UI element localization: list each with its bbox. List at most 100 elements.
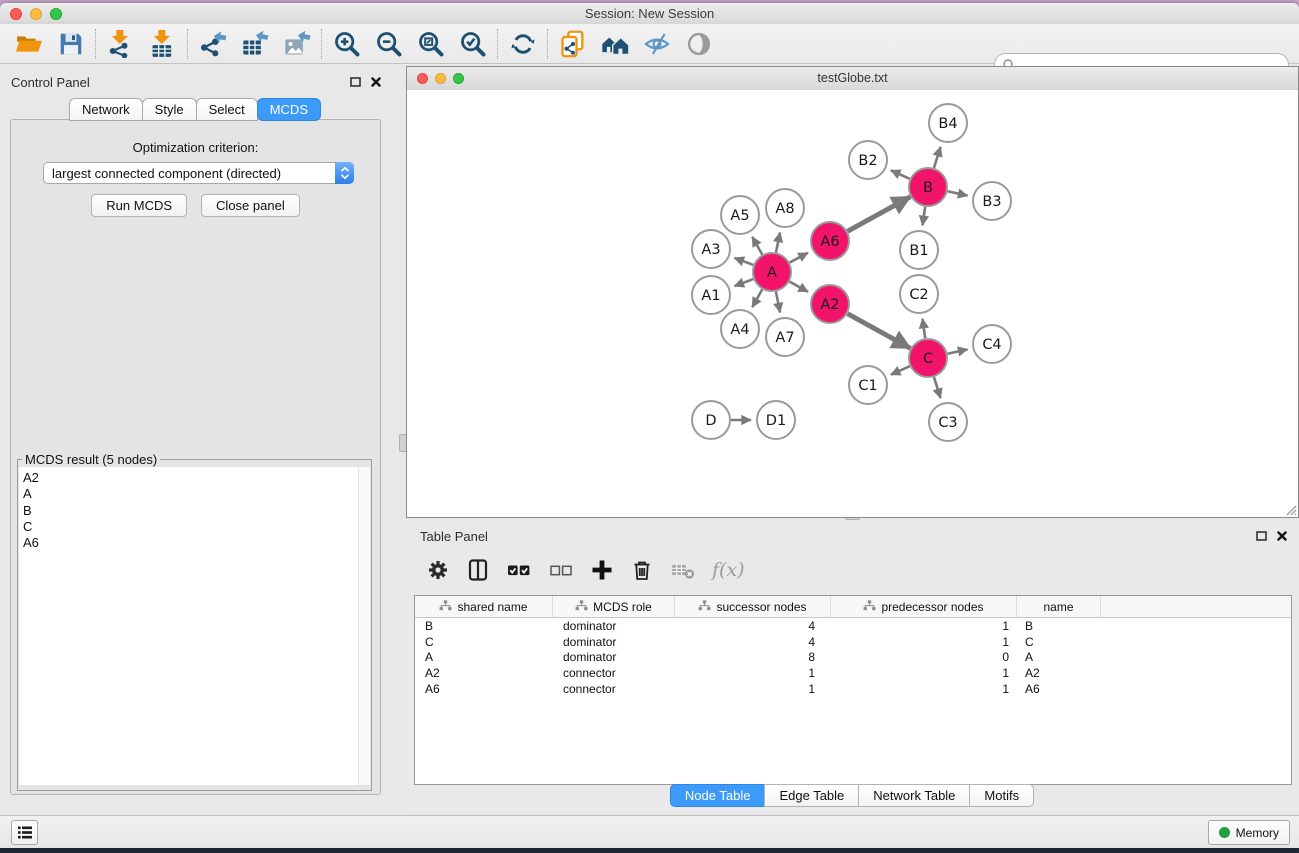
table-cell[interactable]: 1	[831, 635, 1017, 649]
graph-node-A3[interactable]: A3	[692, 230, 730, 268]
table-cell[interactable]: A6	[415, 682, 553, 696]
mcds-result-item[interactable]: B	[23, 503, 358, 519]
table-row[interactable]: A2connector11A2	[415, 665, 1291, 681]
select-all-button[interactable]	[506, 556, 532, 584]
save-session-button[interactable]	[50, 27, 92, 61]
column-header-name[interactable]: name	[1017, 596, 1101, 617]
tab-node-table[interactable]: Node Table	[670, 784, 766, 807]
table-row[interactable]: Adominator80A	[415, 650, 1291, 666]
delete-table-button[interactable]	[670, 556, 696, 584]
split-columns-button[interactable]	[466, 556, 490, 584]
graph-node-C1[interactable]: C1	[849, 366, 887, 404]
table-cell[interactable]: 1	[831, 682, 1017, 696]
add-column-button[interactable]	[590, 556, 614, 584]
refresh-button[interactable]	[502, 27, 544, 61]
mcds-result-item[interactable]: A2	[23, 470, 358, 486]
table-cell[interactable]: dominator	[553, 619, 675, 633]
tab-network[interactable]: Network	[69, 98, 143, 121]
graph-node-D[interactable]: D	[692, 401, 730, 439]
table-cell[interactable]: 4	[675, 635, 831, 649]
export-image-button[interactable]	[276, 27, 318, 61]
tab-select[interactable]: Select	[196, 98, 258, 121]
graph-node-C3[interactable]: C3	[929, 403, 967, 441]
column-header-predecessor-nodes[interactable]: predecessor nodes	[831, 596, 1017, 617]
mcds-result-item[interactable]: A	[23, 486, 358, 502]
optimization-dropdown[interactable]: largest connected component (directed)	[43, 162, 354, 184]
graph-node-A4[interactable]: A4	[721, 310, 759, 348]
table-cell[interactable]: A2	[415, 666, 553, 680]
mcds-result-item[interactable]: C	[23, 519, 358, 535]
graph-node-C[interactable]: C	[909, 339, 947, 377]
hide-details-button[interactable]	[636, 27, 678, 61]
column-header-successor-nodes[interactable]: successor nodes	[675, 596, 831, 617]
column-header-MCDS-role[interactable]: MCDS role	[553, 596, 675, 617]
table-cell[interactable]: connector	[553, 666, 675, 680]
tab-style[interactable]: Style	[142, 98, 197, 121]
table-cell[interactable]: 1	[675, 666, 831, 680]
table-cell[interactable]: 4	[675, 619, 831, 633]
table-cell[interactable]: B	[1017, 619, 1101, 633]
import-network-button[interactable]	[100, 27, 142, 61]
mcds-result-item[interactable]: A6	[23, 535, 358, 551]
task-history-button[interactable]	[11, 820, 38, 845]
delete-column-button[interactable]	[630, 556, 654, 584]
zoom-out-button[interactable]	[368, 27, 410, 61]
graph-node-C2[interactable]: C2	[900, 275, 938, 313]
table-cell[interactable]: A6	[1017, 682, 1101, 696]
close-table-panel-icon[interactable]	[1275, 529, 1289, 543]
table-row[interactable]: Bdominator41B	[415, 618, 1291, 634]
zoom-fit-button[interactable]	[410, 27, 452, 61]
table-cell[interactable]: 8	[675, 650, 831, 664]
export-table-button[interactable]	[234, 27, 276, 61]
table-cell[interactable]: connector	[553, 682, 675, 696]
graph-node-A8[interactable]: A8	[766, 189, 804, 227]
graph-node-A2[interactable]: A2	[811, 285, 849, 323]
table-cell[interactable]: B	[415, 619, 553, 633]
show-details-button[interactable]	[678, 27, 720, 61]
export-network-button[interactable]	[192, 27, 234, 61]
graph-node-A1[interactable]: A1	[692, 276, 730, 314]
table-row[interactable]: A6connector11A6	[415, 681, 1291, 697]
deselect-all-button[interactable]	[548, 556, 574, 584]
open-session-button[interactable]	[8, 27, 50, 61]
tab-motifs[interactable]: Motifs	[969, 784, 1034, 807]
network-canvas[interactable]: B4B2BB3A8A5A6A3B1AA1C2A2A4A7C4CC1C3DD1	[407, 90, 1298, 517]
close-panel-icon[interactable]	[369, 75, 383, 89]
graph-node-B3[interactable]: B3	[973, 182, 1011, 220]
table-cell[interactable]: dominator	[553, 650, 675, 664]
graph-node-B1[interactable]: B1	[900, 231, 938, 269]
tab-network-table[interactable]: Network Table	[858, 784, 970, 807]
table-cell[interactable]: 1	[831, 666, 1017, 680]
graph-node-A7[interactable]: A7	[766, 318, 804, 356]
memory-button[interactable]: Memory	[1208, 820, 1290, 845]
graph-node-A6[interactable]: A6	[811, 222, 849, 260]
table-cell[interactable]: 0	[831, 650, 1017, 664]
float-panel-icon[interactable]	[348, 75, 362, 89]
table-cell[interactable]: A	[1017, 650, 1101, 664]
graph-node-D1[interactable]: D1	[757, 401, 795, 439]
zoom-in-button[interactable]	[326, 27, 368, 61]
graph-node-C4[interactable]: C4	[973, 325, 1011, 363]
table-cell[interactable]: C	[1017, 635, 1101, 649]
table-cell[interactable]: C	[415, 635, 553, 649]
import-table-button[interactable]	[142, 27, 184, 61]
function-builder-button[interactable]: f(x)	[712, 556, 745, 584]
close-panel-button[interactable]: Close panel	[201, 194, 300, 217]
table-cell[interactable]: dominator	[553, 635, 675, 649]
table-cell[interactable]: 1	[831, 619, 1017, 633]
tab-edge-table[interactable]: Edge Table	[764, 784, 859, 807]
tab-mcds[interactable]: MCDS	[257, 98, 321, 121]
column-header-shared-name[interactable]: shared name	[415, 596, 553, 617]
graph-node-A5[interactable]: A5	[721, 196, 759, 234]
table-cell[interactable]: A	[415, 650, 553, 664]
table-cell[interactable]: 1	[675, 682, 831, 696]
table-cell[interactable]: A2	[1017, 666, 1101, 680]
graph-node-B[interactable]: B	[909, 168, 947, 206]
mcds-list-scrollbar[interactable]	[358, 467, 370, 785]
table-row[interactable]: Cdominator41C	[415, 634, 1291, 650]
graph-node-B2[interactable]: B2	[849, 141, 887, 179]
resize-grip-icon[interactable]	[1283, 502, 1297, 516]
graph-node-A[interactable]: A	[753, 253, 791, 291]
home-networks-button[interactable]	[594, 27, 636, 61]
table-settings-button[interactable]	[426, 556, 450, 584]
